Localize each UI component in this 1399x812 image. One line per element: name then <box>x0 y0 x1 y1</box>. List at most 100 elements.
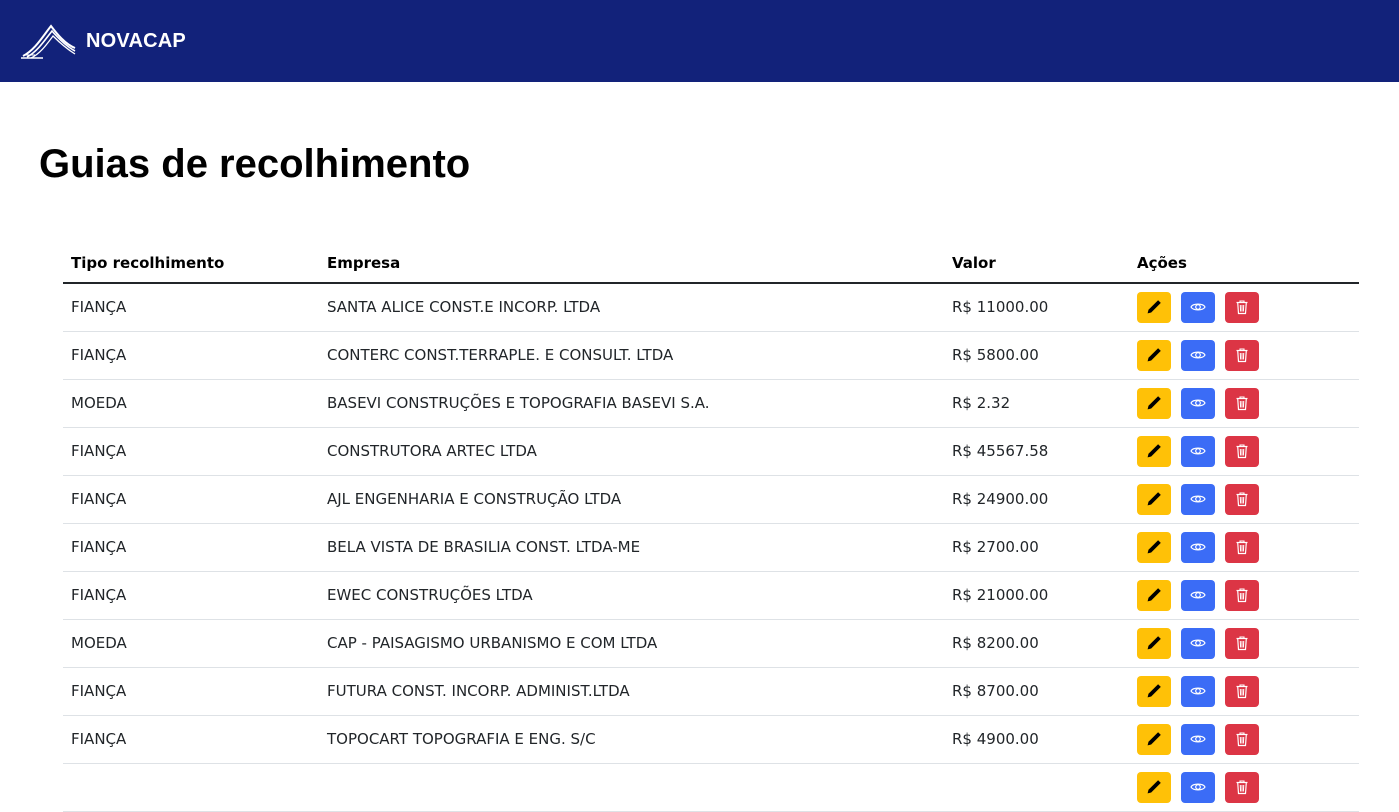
table-row: FIANÇA CONSTRUTORA ARTEC LTDA R$ 45567.5… <box>63 427 1359 476</box>
header-acoes: Ações <box>1129 244 1359 284</box>
cell-acoes <box>1129 667 1359 716</box>
trash-icon <box>1236 540 1248 555</box>
eye-icon <box>1190 591 1206 599</box>
edit-button[interactable] <box>1137 531 1171 563</box>
delete-button[interactable] <box>1225 723 1259 755</box>
pencil-icon <box>1147 444 1161 458</box>
cell-empresa: BASEVI CONSTRUÇÕES E TOPOGRAFIA BASEVI S… <box>319 379 944 428</box>
edit-button[interactable] <box>1137 675 1171 707</box>
cell-acoes <box>1129 379 1359 428</box>
view-button[interactable] <box>1181 627 1215 659</box>
cell-valor: R$ 2700.00 <box>944 523 1129 572</box>
cell-valor: R$ 8700.00 <box>944 667 1129 716</box>
row-actions <box>1137 675 1351 707</box>
cell-acoes <box>1129 475 1359 524</box>
delete-button[interactable] <box>1225 435 1259 467</box>
pencil-icon <box>1147 684 1161 698</box>
cell-empresa: SANTA ALICE CONST.E INCORP. LTDA <box>319 283 944 332</box>
delete-button[interactable] <box>1225 675 1259 707</box>
trash-icon <box>1236 300 1248 315</box>
row-actions <box>1137 387 1351 419</box>
row-actions <box>1137 339 1351 371</box>
cell-acoes <box>1129 715 1359 764</box>
trash-icon <box>1236 780 1248 795</box>
row-actions <box>1137 531 1351 563</box>
cell-empresa: FUTURA CONST. INCORP. ADMINIST.LTDA <box>319 667 944 716</box>
pencil-icon <box>1147 636 1161 650</box>
eye-icon <box>1190 495 1206 503</box>
cell-valor: R$ 21000.00 <box>944 571 1129 620</box>
cell-tipo: MOEDA <box>63 619 319 668</box>
delete-button[interactable] <box>1225 291 1259 323</box>
cell-valor: R$ 4900.00 <box>944 715 1129 764</box>
view-button[interactable] <box>1181 771 1215 803</box>
table-row: FIANÇA SANTA ALICE CONST.E INCORP. LTDA … <box>63 283 1359 332</box>
row-actions <box>1137 771 1351 803</box>
cell-empresa: EWEC CONSTRUÇÕES LTDA <box>319 571 944 620</box>
cell-valor: R$ 45567.58 <box>944 427 1129 476</box>
view-button[interactable] <box>1181 387 1215 419</box>
delete-button[interactable] <box>1225 771 1259 803</box>
header-valor: Valor <box>944 244 1129 284</box>
edit-button[interactable] <box>1137 339 1171 371</box>
trash-icon <box>1236 684 1248 699</box>
brand-link[interactable]: NOVACAP <box>21 22 186 60</box>
view-button[interactable] <box>1181 435 1215 467</box>
delete-button[interactable] <box>1225 483 1259 515</box>
trash-icon <box>1236 444 1248 459</box>
edit-button[interactable] <box>1137 483 1171 515</box>
pencil-icon <box>1147 396 1161 410</box>
view-button[interactable] <box>1181 483 1215 515</box>
table-row: FIANÇA CONTERC CONST.TERRAPLE. E CONSULT… <box>63 331 1359 380</box>
edit-button[interactable] <box>1137 723 1171 755</box>
cell-acoes <box>1129 427 1359 476</box>
edit-button[interactable] <box>1137 387 1171 419</box>
edit-button[interactable] <box>1137 771 1171 803</box>
delete-button[interactable] <box>1225 531 1259 563</box>
cell-tipo: FIANÇA <box>63 715 319 764</box>
delete-button[interactable] <box>1225 627 1259 659</box>
table-row: FIANÇA TOPOCART TOPOGRAFIA E ENG. S/C R$… <box>63 715 1359 764</box>
trash-icon <box>1236 588 1248 603</box>
cell-tipo: FIANÇA <box>63 331 319 380</box>
edit-button[interactable] <box>1137 435 1171 467</box>
pencil-icon <box>1147 780 1161 794</box>
view-button[interactable] <box>1181 291 1215 323</box>
cell-acoes <box>1129 571 1359 620</box>
view-button[interactable] <box>1181 531 1215 563</box>
table-body: FIANÇA SANTA ALICE CONST.E INCORP. LTDA … <box>63 283 1359 812</box>
cell-tipo: FIANÇA <box>63 283 319 332</box>
view-button[interactable] <box>1181 339 1215 371</box>
edit-button[interactable] <box>1137 291 1171 323</box>
table-row: MOEDA CAP - PAISAGISMO URBANISMO E COM L… <box>63 619 1359 668</box>
pencil-icon <box>1147 348 1161 362</box>
edit-button[interactable] <box>1137 579 1171 611</box>
page-title: Guias de recolhimento <box>39 142 471 186</box>
cell-valor: R$ 24900.00 <box>944 475 1129 524</box>
cell-empresa: BELA VISTA DE BRASILIA CONST. LTDA-ME <box>319 523 944 572</box>
delete-button[interactable] <box>1225 579 1259 611</box>
cell-valor: R$ 11000.00 <box>944 283 1129 332</box>
delete-button[interactable] <box>1225 387 1259 419</box>
guias-table-container: Tipo recolhimento Empresa Valor Ações FI… <box>63 244 1359 812</box>
cell-tipo: FIANÇA <box>63 523 319 572</box>
eye-icon <box>1190 543 1206 551</box>
cell-tipo: MOEDA <box>63 379 319 428</box>
cell-valor: R$ 5800.00 <box>944 331 1129 380</box>
delete-button[interactable] <box>1225 339 1259 371</box>
table-row <box>63 763 1359 812</box>
cell-empresa: CAP - PAISAGISMO URBANISMO E COM LTDA <box>319 619 944 668</box>
eye-icon <box>1190 399 1206 407</box>
cell-tipo: FIANÇA <box>63 427 319 476</box>
row-actions <box>1137 723 1351 755</box>
trash-icon <box>1236 348 1248 363</box>
view-button[interactable] <box>1181 579 1215 611</box>
edit-button[interactable] <box>1137 627 1171 659</box>
pencil-icon <box>1147 492 1161 506</box>
view-button[interactable] <box>1181 675 1215 707</box>
cell-acoes <box>1129 523 1359 572</box>
brand-name: NOVACAP <box>86 29 186 52</box>
view-button[interactable] <box>1181 723 1215 755</box>
eye-icon <box>1190 639 1206 647</box>
cell-acoes <box>1129 619 1359 668</box>
